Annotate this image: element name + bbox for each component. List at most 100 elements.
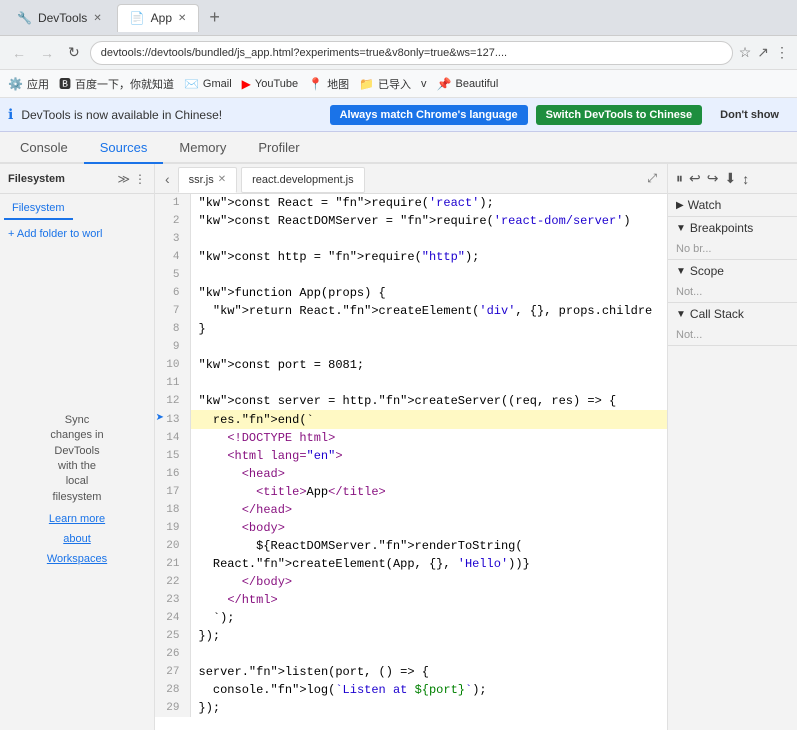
about-link[interactable]: about <box>63 533 91 545</box>
line-number: 14 <box>155 429 190 447</box>
breakpoints-section-header[interactable]: ▼ Breakpoints <box>668 217 797 239</box>
sidebar-sync-content: Syncchanges inDevToolswith thelocalfiles… <box>0 248 154 730</box>
table-row: 27server."fn">listen(port, () => { <box>155 663 667 681</box>
scope-section-header[interactable]: ▼ Scope <box>668 260 797 282</box>
watch-section-header[interactable]: ▶ Watch <box>668 194 797 216</box>
table-row: ➤13 res."fn">end(` <box>155 410 667 429</box>
scope-section: ▼ Scope Not... <box>668 260 797 303</box>
ssr-tab-close[interactable]: ✕ <box>218 174 226 185</box>
line-content: console."fn">log(`Listen at ${port}`); <box>190 681 667 699</box>
callstack-section: ▼ Call Stack Not... <box>668 303 797 346</box>
line-content: }); <box>190 699 667 717</box>
line-content <box>190 266 667 284</box>
bookmark-beautiful[interactable]: 📌 Beautiful <box>437 77 499 91</box>
line-content: } <box>190 320 667 338</box>
line-number: 8 <box>155 320 190 338</box>
reload-button[interactable]: ↻ <box>64 42 84 63</box>
sources-tab-label: Sources <box>100 140 148 155</box>
line-number: 22 <box>155 573 190 591</box>
tab-profiler[interactable]: Profiler <box>242 132 315 164</box>
scope-section-label: Scope <box>690 264 724 278</box>
workspaces-link[interactable]: Workspaces <box>47 553 107 565</box>
table-row: 29}); <box>155 699 667 717</box>
baidu-icon: 🅱 <box>59 75 71 92</box>
table-row: 8} <box>155 320 667 338</box>
learn-more-link[interactable]: Learn more <box>49 513 105 525</box>
pause-icon[interactable]: ⏸ <box>676 170 683 187</box>
line-number: 3 <box>155 230 190 248</box>
editor-tab-react[interactable]: react.development.js <box>241 167 365 193</box>
bookmarks-bar: ⚙️ 应用 🅱 百度一下，你就知道 ✉️ Gmail ▶ YouTube 📍 地… <box>0 70 797 98</box>
add-folder-label: + Add folder to worl <box>8 228 102 240</box>
browser-tab-app[interactable]: 📄 App ✕ <box>117 4 200 32</box>
tab-console[interactable]: Console <box>4 132 84 164</box>
table-row: 19 <body> <box>155 519 667 537</box>
sidebar-menu-icon[interactable]: ⋮ <box>134 172 146 186</box>
bookmark-baidu[interactable]: 🅱 百度一下，你就知道 <box>59 75 174 92</box>
scope-arrow-icon: ▼ <box>676 266 686 277</box>
watch-arrow-icon: ▶ <box>676 200 684 211</box>
callstack-section-header[interactable]: ▼ Call Stack <box>668 303 797 325</box>
step-out-icon[interactable]: ⬇ <box>724 170 736 187</box>
switch-chinese-button[interactable]: Switch DevTools to Chinese <box>536 105 703 125</box>
new-tab-button[interactable]: + <box>201 7 228 28</box>
line-number: 21 <box>155 555 190 573</box>
table-row: 26 <box>155 645 667 663</box>
editor-area: ‹ ssr.js ✕ react.development.js ⤢ 1"kw">… <box>155 164 667 730</box>
line-content: `); <box>190 609 667 627</box>
editor-maximize-icon[interactable]: ⤢ <box>641 171 663 186</box>
dont-show-button[interactable]: Don't show <box>710 105 789 125</box>
deactivate-breakpoints-icon[interactable]: ↕ <box>742 171 749 187</box>
bookmark-imported[interactable]: 📁 已导入 <box>359 76 411 92</box>
tab-memory[interactable]: Memory <box>163 132 242 164</box>
bookmark-maps[interactable]: 📍 地图 <box>308 76 349 92</box>
line-content: </body> <box>190 573 667 591</box>
line-number: 28 <box>155 681 190 699</box>
step-over-icon[interactable]: ↩ <box>689 170 701 187</box>
forward-button[interactable]: → <box>36 43 58 63</box>
address-bar: ← → ↻ ☆ ↗ ⋮ <box>0 36 797 70</box>
tab-sources[interactable]: Sources <box>84 132 164 164</box>
editor-tab-nav-left[interactable]: ‹ <box>159 171 176 187</box>
line-content: res."fn">end(` <box>190 410 667 429</box>
line-content: <!DOCTYPE html> <box>190 429 667 447</box>
table-row: 28 console."fn">log(`Listen at ${port}`)… <box>155 681 667 699</box>
line-content: "kw">const ReactDOMServer = "fn">require… <box>190 212 667 230</box>
bookmark-gmail[interactable]: ✉️ Gmail <box>184 77 232 91</box>
bookmark-v[interactable]: v <box>421 78 427 90</box>
bookmark-apps-label: 应用 <box>27 76 49 92</box>
callstack-section-content: Not... <box>668 325 797 345</box>
devtools-tab-close[interactable]: ✕ <box>93 13 101 24</box>
share-icon[interactable]: ↗ <box>757 44 769 61</box>
editor-tab-ssr[interactable]: ssr.js ✕ <box>178 167 237 193</box>
bookmark-youtube[interactable]: ▶ YouTube <box>242 77 298 91</box>
bookmark-maps-label: 地图 <box>327 76 349 92</box>
line-number: 9 <box>155 338 190 356</box>
more-icon[interactable]: ⋮ <box>775 44 789 61</box>
table-row: 12"kw">const server = http."fn">createSe… <box>155 392 667 410</box>
code-editor[interactable]: 1"kw">const React = "fn">require('react'… <box>155 194 667 730</box>
table-row: 5 <box>155 266 667 284</box>
add-folder-button[interactable]: + Add folder to worl <box>0 220 154 248</box>
bookmark-youtube-label: YouTube <box>255 78 298 90</box>
back-button[interactable]: ← <box>8 43 30 63</box>
bookmark-apps[interactable]: ⚙️ 应用 <box>8 76 49 92</box>
line-number: 15 <box>155 447 190 465</box>
sidebar-more-icon[interactable]: ≫ <box>117 172 130 186</box>
line-number: 23 <box>155 591 190 609</box>
app-tab-close[interactable]: ✕ <box>178 13 186 24</box>
info-bar: ℹ DevTools is now available in Chinese! … <box>0 98 797 132</box>
bookmark-star-icon[interactable]: ☆ <box>739 44 752 61</box>
url-input[interactable] <box>90 41 733 65</box>
line-content: </head> <box>190 501 667 519</box>
line-content: "kw">return React."fn">createElement('di… <box>190 302 667 320</box>
react-tab-label: react.development.js <box>252 174 354 186</box>
step-into-icon[interactable]: ↪ <box>707 170 719 187</box>
sidebar-tab-filesystem[interactable]: Filesystem <box>4 198 73 220</box>
line-number: 25 <box>155 627 190 645</box>
bookmark-v-label: v <box>421 78 427 90</box>
browser-tab-devtools[interactable]: 🔧 DevTools ✕ <box>4 4 115 32</box>
match-language-button[interactable]: Always match Chrome's language <box>330 105 528 125</box>
sidebar-header: Filesystem ≫ ⋮ <box>0 164 154 194</box>
table-row: 16 <head> <box>155 465 667 483</box>
